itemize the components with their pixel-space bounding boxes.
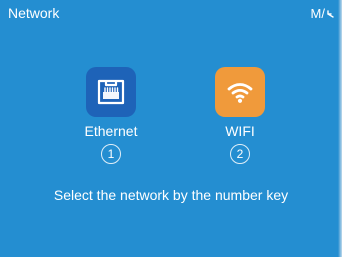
- instruction-text: Select the network by the number key: [53, 187, 289, 203]
- wifi-tile[interactable]: [215, 67, 265, 117]
- network-screen: Network M/ Ethernet 1 WIFI 2 Select the …: [0, 0, 342, 257]
- page-title: Network: [8, 5, 60, 21]
- wifi-number-badge: 2: [230, 144, 250, 164]
- wifi-icon: [227, 83, 253, 103]
- return-arrow-icon: [327, 10, 334, 18]
- ethernet-label: Ethernet: [84, 123, 138, 139]
- back-key-label: M/: [310, 6, 325, 21]
- back-key-hint: M/: [311, 6, 334, 22]
- wifi-label: WIFI: [225, 123, 255, 139]
- wifi-option[interactable]: WIFI 2: [190, 67, 290, 164]
- ethernet-tile[interactable]: [86, 67, 136, 117]
- ethernet-number-badge: 1: [101, 144, 121, 164]
- ethernet-port-icon: [97, 79, 125, 105]
- ethernet-option[interactable]: Ethernet 1: [61, 67, 161, 164]
